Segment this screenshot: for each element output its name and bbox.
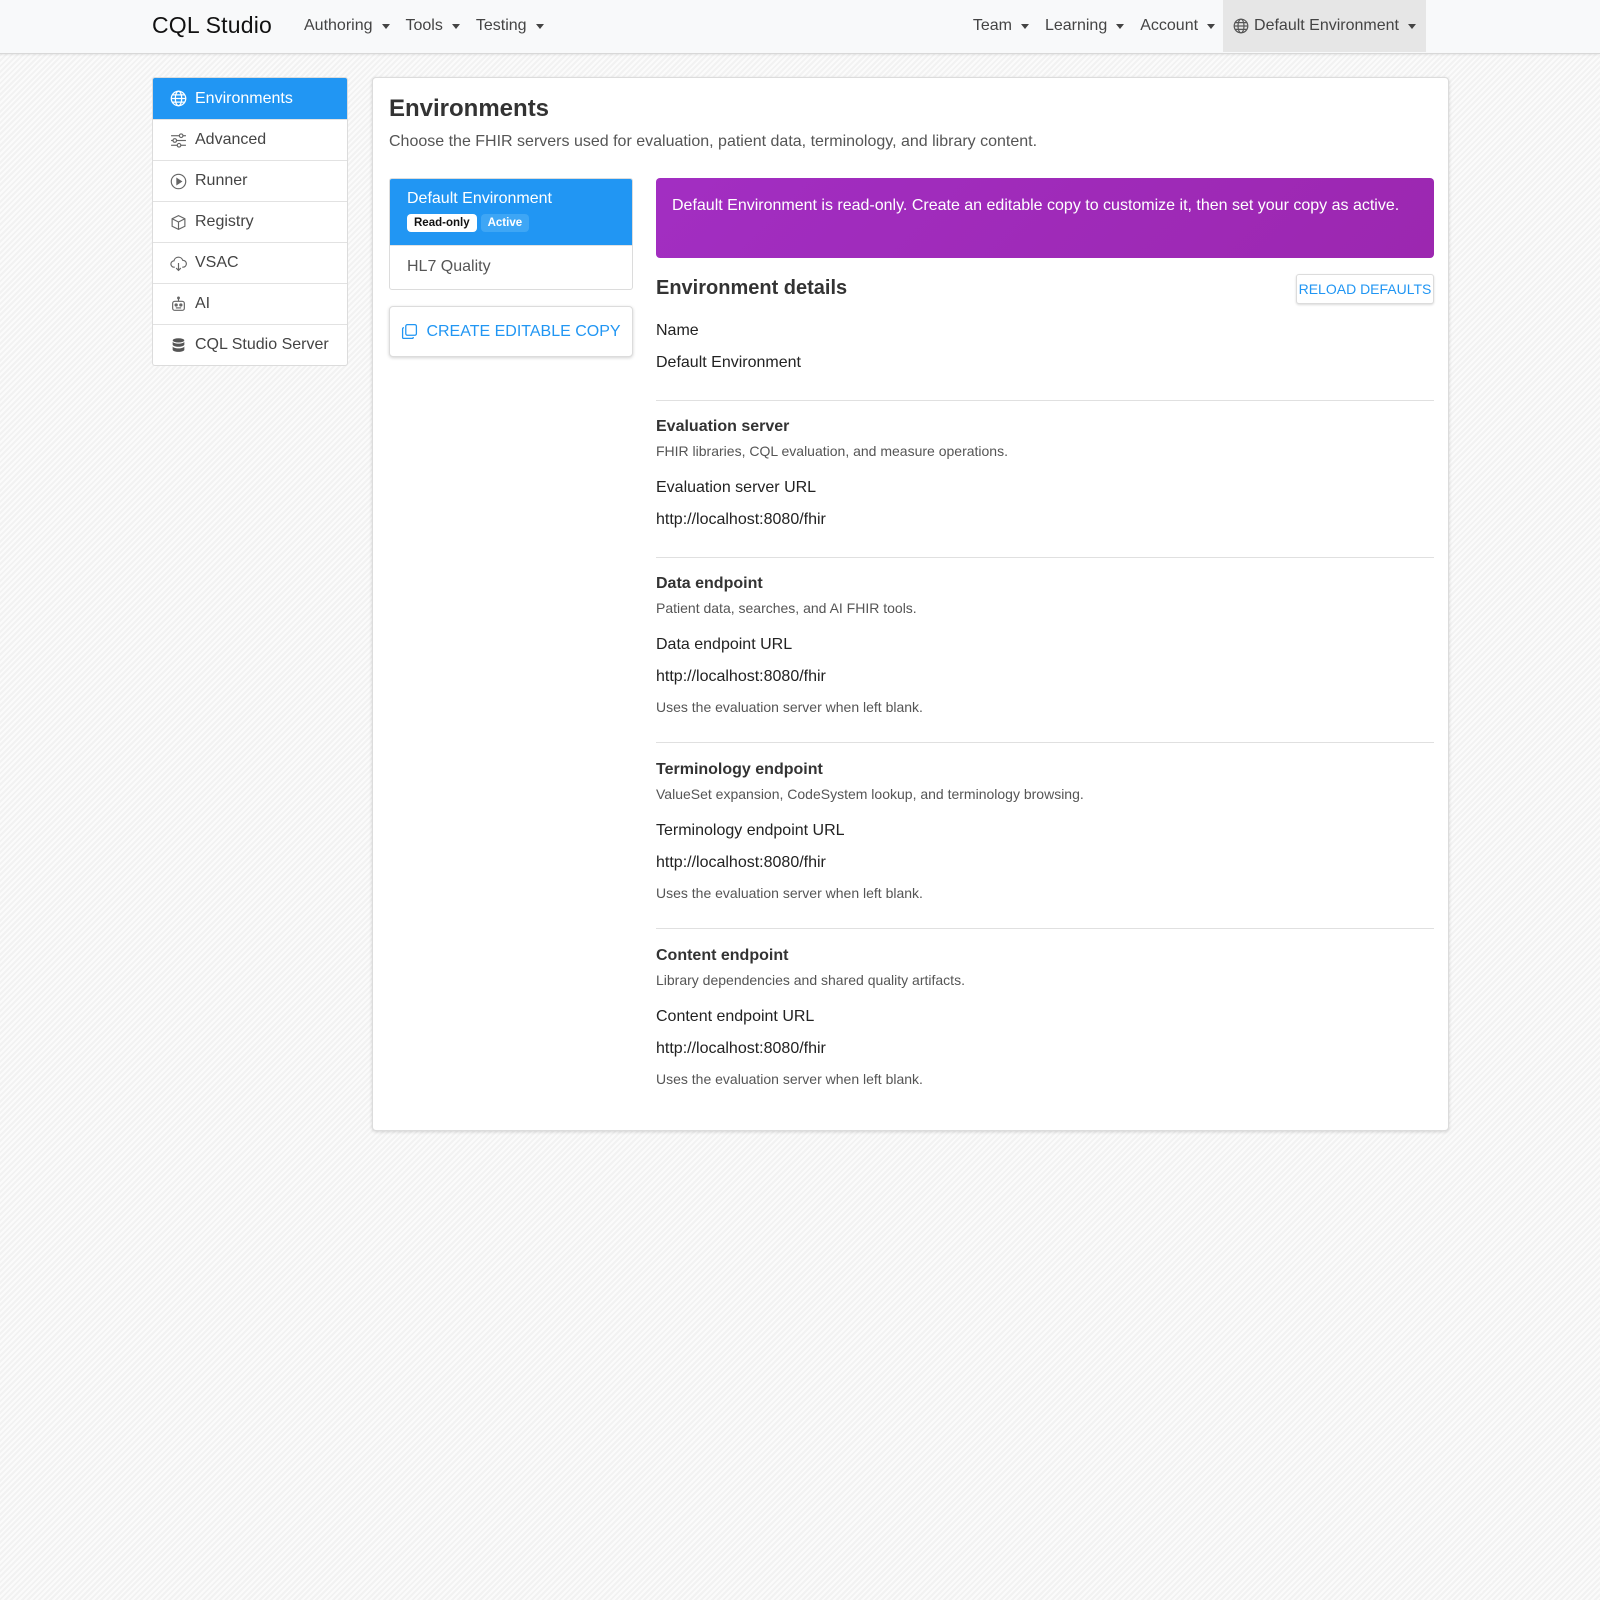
terminology-endpoint-title: Terminology endpoint (656, 761, 823, 778)
create-editable-copy-button[interactable]: CREATE EDITABLE COPY (389, 306, 633, 357)
caret-down-icon (535, 23, 544, 29)
menu-label: Team (972, 17, 1012, 34)
name-label: Name (656, 322, 699, 339)
data-endpoint-url-value: http://localhost:8080/fhir (656, 668, 826, 685)
divider (656, 928, 1434, 929)
menu-team[interactable]: Team (965, 0, 1037, 52)
page-title: Environments (389, 95, 550, 122)
terminology-endpoint-url-value: http://localhost:8080/fhir (656, 854, 826, 871)
read-only-badge: Read-only (407, 214, 477, 232)
sidebar-item-cql-studio-server[interactable]: CQL Studio Server (153, 324, 347, 365)
data-endpoint-title: Data endpoint (656, 575, 763, 592)
environment-item-hl7-quality[interactable]: HL7 Quality (390, 245, 632, 289)
menu-tools[interactable]: Tools (398, 0, 468, 52)
menu-label: Authoring (304, 17, 373, 34)
menu-label: Default Environment (1254, 17, 1399, 34)
reload-defaults-button[interactable]: RELOAD DEFAULTS (1296, 274, 1434, 304)
content-endpoint-title: Content endpoint (656, 947, 789, 964)
settings-sidebar: Environments Advanced Runner Registry VS… (152, 77, 348, 366)
environment-item-default[interactable]: Default Environment Read-only Active (390, 179, 632, 245)
caret-down-icon (1408, 23, 1416, 29)
menu-label: Testing (475, 17, 527, 34)
evaluation-server-url-value: http://localhost:8080/fhir (656, 511, 826, 528)
data-endpoint-hint: Uses the evaluation server when left bla… (656, 699, 923, 715)
sidebar-item-label: Registry (195, 213, 254, 230)
content-endpoint-hint: Uses the evaluation server when left bla… (656, 1071, 923, 1087)
globe-icon (169, 90, 187, 108)
copy-icon (402, 323, 418, 340)
top-navbar: CQL Studio Authoring Tools Testing Team … (0, 0, 1600, 54)
sidebar-item-runner[interactable]: Runner (153, 160, 347, 201)
menu-authoring[interactable]: Authoring (296, 0, 398, 52)
sidebar-item-environments[interactable]: Environments (153, 78, 347, 119)
database-icon (169, 336, 187, 354)
name-value: Default Environment (656, 354, 801, 371)
sidebar-item-label: VSAC (195, 254, 239, 271)
page-subtitle: Choose the FHIR servers used for evaluat… (389, 133, 1038, 150)
play-circle-icon (169, 172, 187, 190)
caret-down-icon (381, 23, 390, 29)
sidebar-item-registry[interactable]: Registry (153, 201, 347, 242)
divider (656, 742, 1434, 743)
evaluation-server-url-label: Evaluation server URL (656, 479, 817, 496)
caret-down-icon (1020, 23, 1029, 29)
divider (656, 557, 1434, 558)
sidebar-item-advanced[interactable]: Advanced (153, 119, 347, 160)
globe-icon (1233, 18, 1249, 34)
environment-name: Default Environment (407, 190, 552, 207)
environment-list: Default Environment Read-only Active HL7… (389, 178, 633, 290)
brand-logo[interactable]: CQL Studio (152, 12, 272, 39)
sidebar-item-label: Advanced (195, 131, 267, 148)
caret-down-icon (1116, 23, 1125, 29)
divider (656, 400, 1434, 401)
button-label: CREATE EDITABLE COPY (426, 322, 621, 340)
terminology-endpoint-hint: Uses the evaluation server when left bla… (656, 885, 923, 901)
environments-card: Environments Choose the FHIR servers use… (372, 77, 1449, 1131)
sidebar-item-label: Environments (195, 89, 293, 107)
menu-label: Account (1140, 17, 1199, 34)
robot-icon (169, 295, 187, 313)
sidebar-item-label: Runner (195, 172, 248, 189)
menu-label: Learning (1044, 17, 1108, 34)
content-endpoint-url-value: http://localhost:8080/fhir (656, 1040, 826, 1057)
environment-badges: Read-only Active (407, 214, 615, 232)
nav-left: Authoring Tools Testing (296, 0, 552, 52)
cloud-download-icon (169, 254, 187, 272)
evaluation-server-desc: FHIR libraries, CQL evaluation, and meas… (656, 443, 1008, 459)
terminology-endpoint-desc: ValueSet expansion, CodeSystem lookup, a… (656, 786, 1084, 802)
menu-testing[interactable]: Testing (468, 0, 552, 52)
menu-account[interactable]: Account (1132, 0, 1223, 52)
menu-learning[interactable]: Learning (1037, 0, 1132, 52)
content-endpoint-url-label: Content endpoint URL (656, 1008, 815, 1025)
active-badge: Active (480, 214, 530, 232)
sidebar-item-vsac[interactable]: VSAC (153, 242, 347, 283)
menu-environment[interactable]: Default Environment (1223, 0, 1426, 52)
environment-name: HL7 Quality (407, 258, 491, 275)
content-endpoint-desc: Library dependencies and shared quality … (656, 972, 965, 988)
sidebar-item-ai[interactable]: AI (153, 283, 347, 324)
evaluation-server-title: Evaluation server (656, 418, 790, 435)
menu-label: Tools (405, 17, 443, 34)
data-endpoint-desc: Patient data, searches, and AI FHIR tool… (656, 600, 917, 616)
data-endpoint-url-label: Data endpoint URL (656, 636, 793, 653)
terminology-endpoint-url-label: Terminology endpoint URL (656, 822, 845, 839)
nav-right: Team Learning Account Default Environmen… (965, 0, 1426, 52)
read-only-alert: Default Environment is read-only. Create… (656, 178, 1434, 258)
sliders-icon (169, 131, 187, 149)
caret-down-icon (451, 23, 460, 29)
sidebar-item-label: AI (195, 295, 211, 312)
environment-details-title: Environment details (656, 277, 848, 299)
caret-down-icon (1207, 23, 1216, 29)
sidebar-item-label: CQL Studio Server (195, 336, 329, 353)
box-icon (169, 213, 187, 231)
